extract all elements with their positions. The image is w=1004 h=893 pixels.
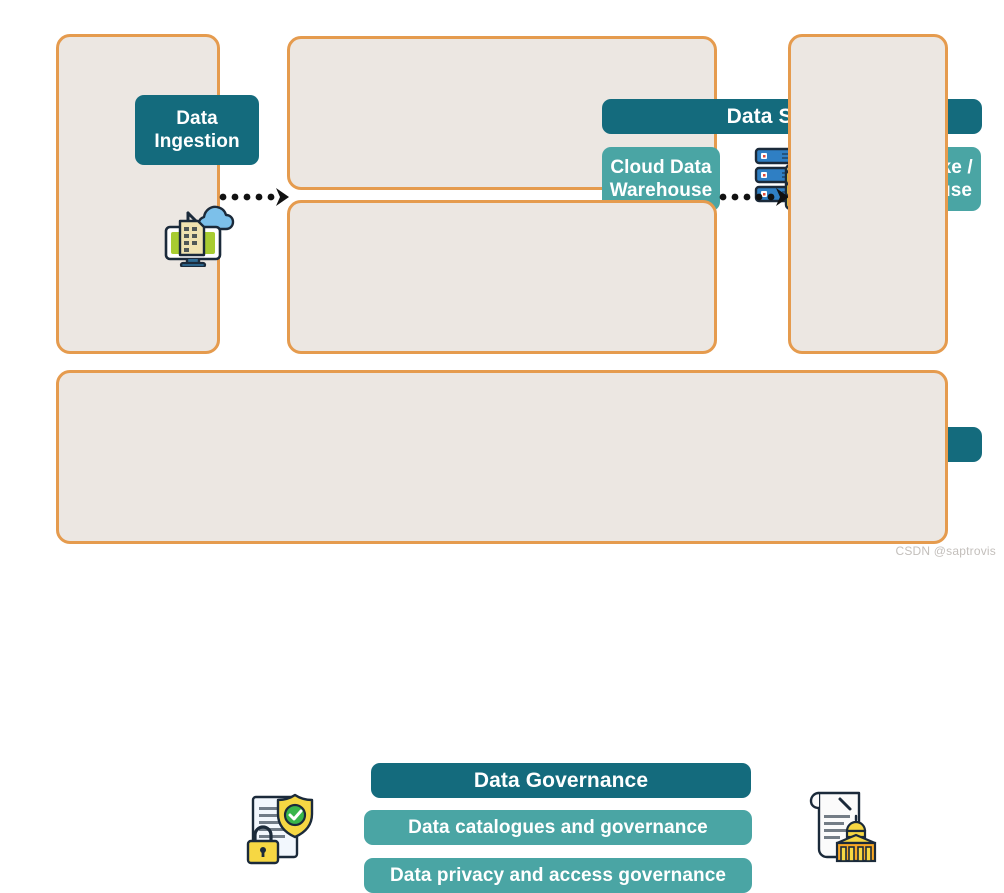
scroll-capitol-building-icon <box>807 787 885 865</box>
chip-data-catalogues-and-governance[interactable]: Data catalogues and governance <box>364 810 752 845</box>
chip-data-ingestion-line2: Ingestion <box>154 131 240 152</box>
chip-cloud-data-warehouse-line1: Cloud Data <box>610 156 712 178</box>
arrow-ingestion-to-storage <box>219 182 291 212</box>
document-shield-lock-icon <box>243 791 319 867</box>
panel-data-storage: Data Storage Cloud Data Warehouse Data L… <box>287 36 982 214</box>
chip-data-ingestion[interactable]: Data Ingestion <box>135 95 259 165</box>
panel-data-ingestion: Data Ingestion <box>56 34 259 354</box>
chip-data-ingestion-line1: Data <box>176 107 218 129</box>
panel-data-transformation: Data Transformation <box>287 200 982 541</box>
watermark: CSDN @saptrovis <box>895 544 996 558</box>
diagram-canvas: Data Ingestion Data Cloud Data Warehouse… <box>0 0 1004 893</box>
chip-data-privacy-and-access-governance[interactable]: Data privacy and access governance <box>364 858 752 893</box>
chip-data-governance-header[interactable]: Data Governance <box>371 763 751 798</box>
arrow-storage-to-analytics <box>719 182 791 212</box>
chip-cloud-data-warehouse-line2: Warehouse <box>609 180 713 201</box>
panel-analytics: Analytics BI Data Science <box>788 34 948 354</box>
panel-data-governance: Data Governance Data catalogues and gove… <box>56 370 948 893</box>
